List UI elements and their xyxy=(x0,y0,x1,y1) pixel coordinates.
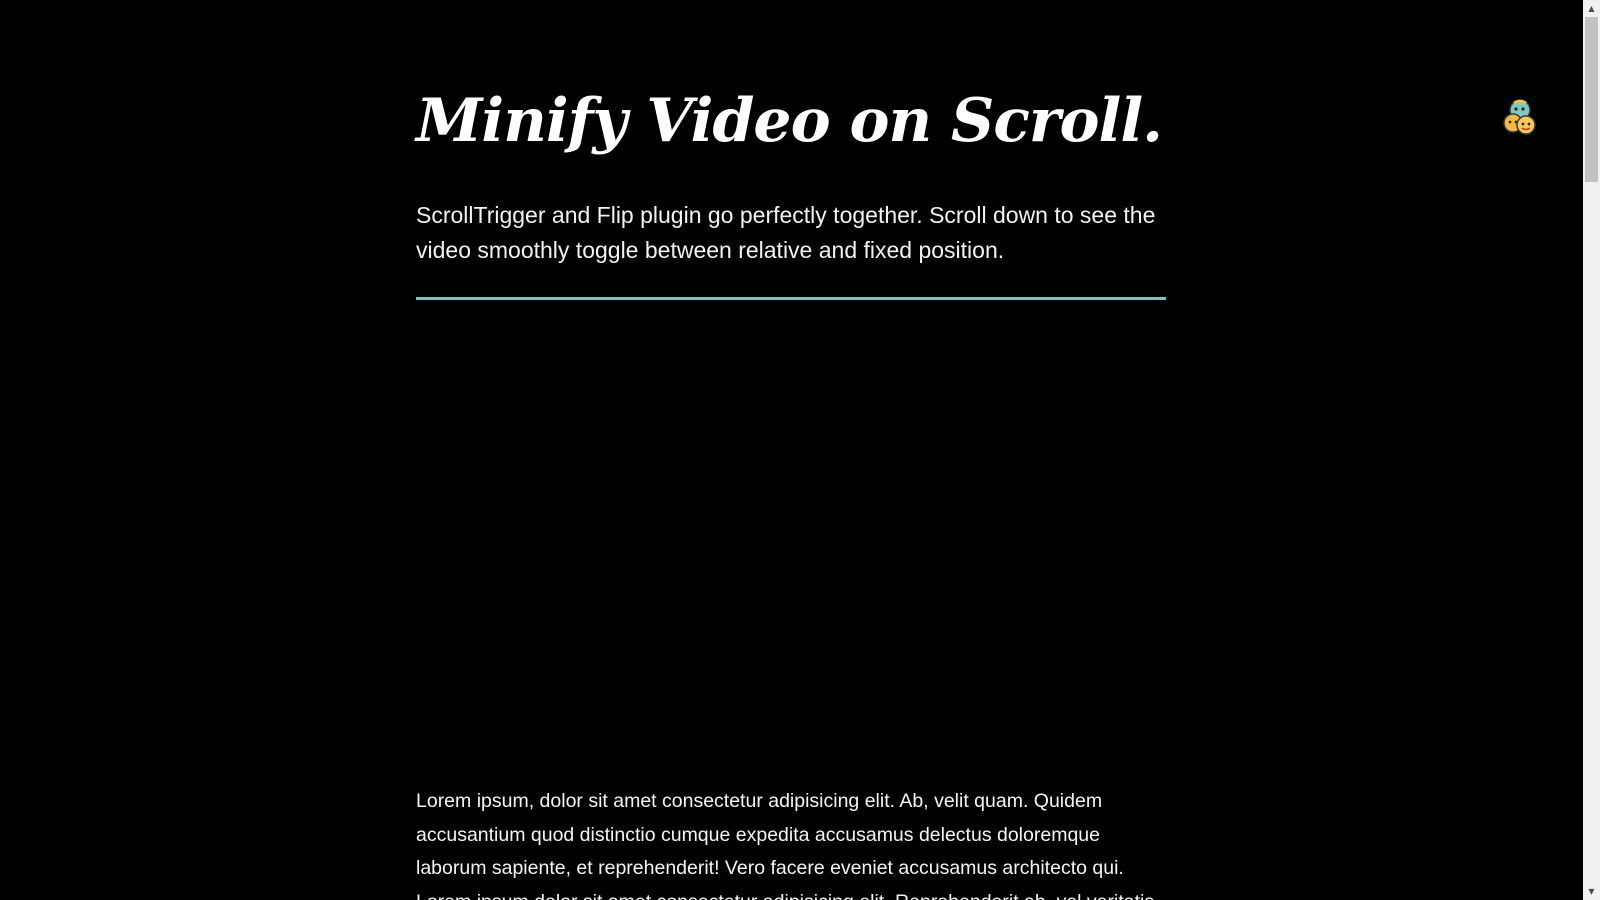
vertical-scrollbar[interactable]: ▲ ▼ xyxy=(1583,0,1600,900)
scroll-up-icon[interactable]: ▲ xyxy=(1583,0,1600,17)
divider xyxy=(416,297,1166,300)
video-container[interactable] xyxy=(416,316,1168,756)
body-text: Lorem ipsum, dolor sit amet consectetur … xyxy=(416,790,1154,900)
avatar-icon[interactable] xyxy=(1502,98,1540,136)
intro-text: ScrollTrigger and Flip plugin go perfect… xyxy=(416,202,1156,263)
scroll-down-icon[interactable]: ▼ xyxy=(1583,883,1600,900)
page-title: Minify Video on Scroll. xyxy=(416,86,1163,156)
scroll-thumb[interactable] xyxy=(1585,17,1598,182)
